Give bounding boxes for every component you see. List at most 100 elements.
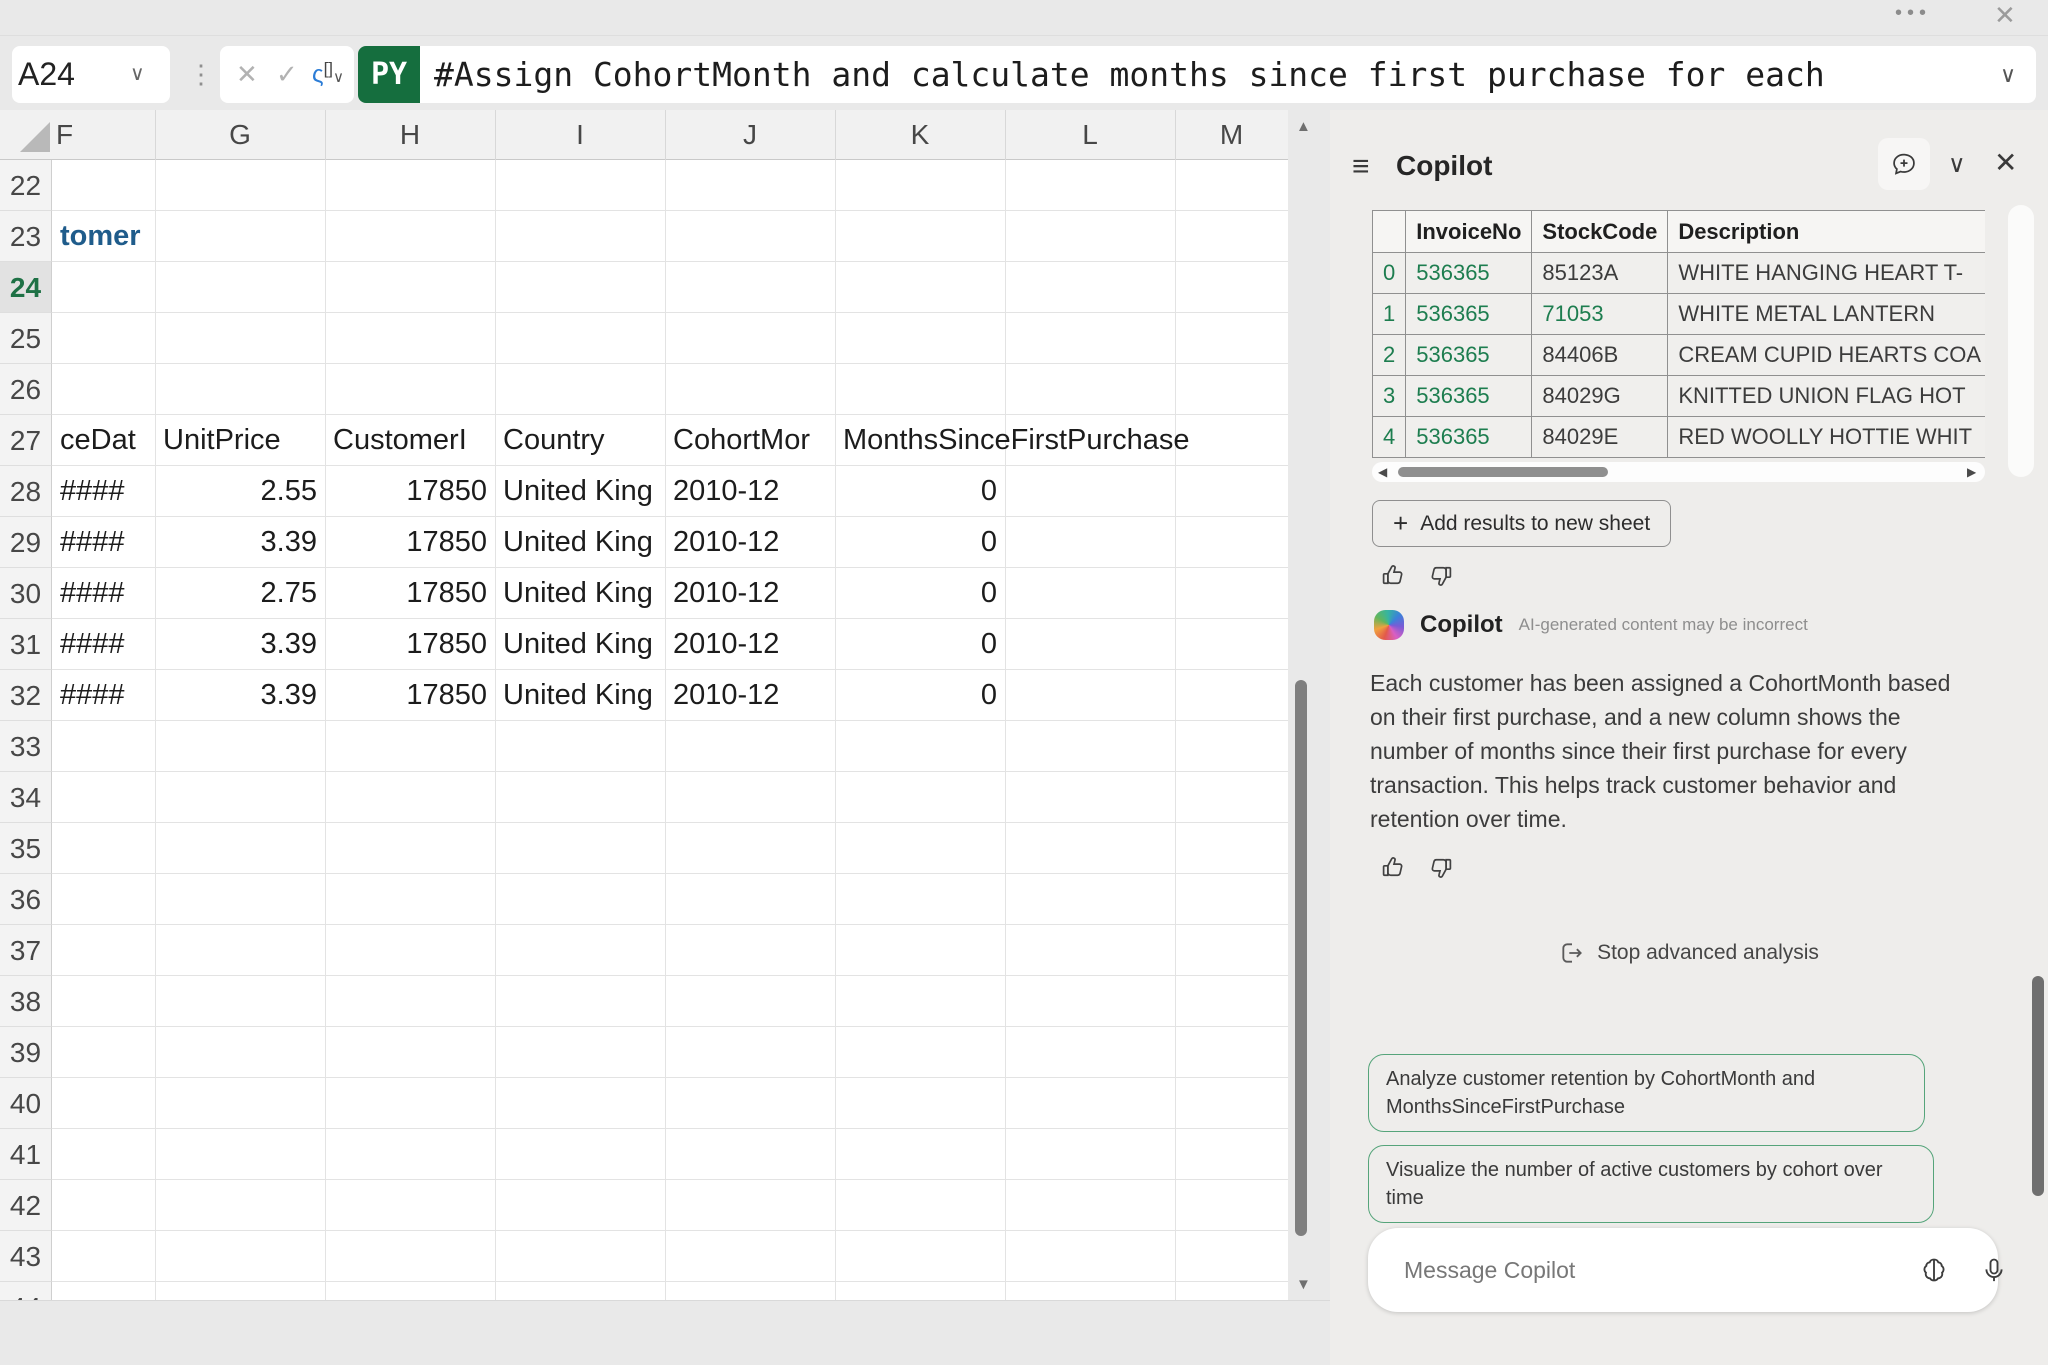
grid-scroll-down-icon[interactable]: ▼ <box>1296 1276 1311 1293</box>
thumbs-up-icon[interactable] <box>1380 562 1407 589</box>
grid-cell-K28[interactable]: 0 <box>835 466 1005 517</box>
grid-cell-G31[interactable]: 3.39 <box>155 619 325 670</box>
stop-label: Stop advanced analysis <box>1597 941 1819 965</box>
table-hscroll-thumb[interactable] <box>1398 467 1608 477</box>
column-header-K[interactable]: K <box>835 110 1005 160</box>
column-header-G[interactable]: G <box>155 110 325 160</box>
copilot-panel: ≡ Copilot ∨ ✕ InvoiceNoStockCodeDescript… <box>1330 110 2048 1365</box>
grid-cells: tomer ceDatUnitPriceCustomerICountryCohor… <box>0 160 1288 1300</box>
table-cell: 71053 <box>1532 294 1668 335</box>
column-header-H[interactable]: H <box>325 110 495 160</box>
window-more-icon[interactable]: ••• <box>1895 2 1931 25</box>
result-table-vscroll[interactable] <box>2008 205 2034 477</box>
new-chat-icon[interactable] <box>1878 138 1930 190</box>
grid-cell-J27[interactable]: CohortMor <box>665 415 835 466</box>
grid-cell-I29[interactable]: United King <box>495 517 665 568</box>
grid-cell-J32[interactable]: 2010-12 <box>665 670 835 721</box>
insert-python-icon[interactable]: ς[]∨ <box>312 46 344 103</box>
copilot-attribution: Copilot AI-generated content may be inco… <box>1374 610 1808 640</box>
stop-advanced-analysis-button[interactable]: Stop advanced analysis <box>1330 940 2048 966</box>
grid-cell-F28[interactable]: #### <box>52 466 155 517</box>
grid-cell-H28[interactable]: 17850 <box>325 466 495 517</box>
column-header-L[interactable]: L <box>1005 110 1175 160</box>
grid-cell-K27[interactable]: MonthsSinceFirstPurchase <box>835 415 1198 466</box>
thumbs-up-icon[interactable] <box>1380 854 1407 881</box>
column-header-J[interactable]: J <box>665 110 835 160</box>
grid-cell-I28[interactable]: United King <box>495 466 665 517</box>
grid-cell-F32[interactable]: #### <box>52 670 155 721</box>
copilot-name: Copilot <box>1420 611 1503 639</box>
table-cell: 0 <box>1373 253 1406 294</box>
grid-cell-F27[interactable]: ceDat <box>52 415 155 466</box>
grid-cell-K31[interactable]: 0 <box>835 619 1005 670</box>
grid-cell-F23[interactable]: tomer <box>52 211 155 262</box>
suggestion-chip-0[interactable]: Analyze customer retention by CohortMont… <box>1368 1054 1925 1132</box>
grid-cell-J31[interactable]: 2010-12 <box>665 619 835 670</box>
cancel-icon[interactable]: ✕ <box>236 46 258 103</box>
name-box-chevron-icon[interactable]: ∨ <box>130 46 145 103</box>
table-cell: 2 <box>1373 335 1406 376</box>
grid-cell-I30[interactable]: United King <box>495 568 665 619</box>
grid-cell-H32[interactable]: 17850 <box>325 670 495 721</box>
table-cell: KNITTED UNION FLAG HOT <box>1668 376 1985 417</box>
grid-cell-H29[interactable]: 17850 <box>325 517 495 568</box>
table-cell: 536365 <box>1406 417 1532 458</box>
grid-cell-H31[interactable]: 17850 <box>325 619 495 670</box>
grid-cell-K30[interactable]: 0 <box>835 568 1005 619</box>
advanced-ai-brain-icon[interactable] <box>1920 1256 1948 1289</box>
grid-cell-G28[interactable]: 2.55 <box>155 466 325 517</box>
grid-cell-J28[interactable]: 2010-12 <box>665 466 835 517</box>
table-cell: 536365 <box>1406 376 1532 417</box>
name-box-value[interactable]: A24 <box>18 46 75 103</box>
panel-scroll-thumb[interactable] <box>2032 976 2044 1196</box>
table-cell: 536365 <box>1406 335 1532 376</box>
grid-cell-I31[interactable]: United King <box>495 619 665 670</box>
column-header-F[interactable]: F <box>52 110 155 160</box>
microphone-icon[interactable] <box>1980 1256 2008 1289</box>
message-input[interactable] <box>1404 1228 1884 1312</box>
message-input-box[interactable] <box>1368 1228 1998 1312</box>
grid-cell-F29[interactable]: #### <box>52 517 155 568</box>
grid-cell-G27[interactable]: UnitPrice <box>155 415 325 466</box>
add-results-button[interactable]: + Add results to new sheet <box>1372 500 1671 547</box>
window-close-icon[interactable]: ✕ <box>1994 0 2016 31</box>
copilot-close-icon[interactable]: ✕ <box>1994 146 2017 179</box>
formula-bar-handle-icon[interactable]: ⋮ <box>188 46 214 103</box>
grid-cell-K32[interactable]: 0 <box>835 670 1005 721</box>
grid-cell-F31[interactable]: #### <box>52 619 155 670</box>
python-mode-badge: PY <box>358 46 420 103</box>
table-header: Description <box>1668 211 1985 253</box>
grid-cell-H27[interactable]: CustomerI <box>325 415 495 466</box>
grid-cell-J30[interactable]: 2010-12 <box>665 568 835 619</box>
commit-icon[interactable]: ✓ <box>276 46 298 103</box>
grid-cell-K29[interactable]: 0 <box>835 517 1005 568</box>
thumbs-down-icon[interactable] <box>1427 854 1454 881</box>
copilot-collapse-chevron-icon[interactable]: ∨ <box>1948 150 1966 179</box>
formula-text[interactable]: #Assign CohortMonth and calculate months… <box>434 46 1825 103</box>
table-header <box>1373 211 1406 253</box>
grid-cell-J29[interactable]: 2010-12 <box>665 517 835 568</box>
copilot-menu-icon[interactable]: ≡ <box>1352 150 1370 184</box>
column-header-I[interactable]: I <box>495 110 665 160</box>
grid-cell-G32[interactable]: 3.39 <box>155 670 325 721</box>
python-chevron-glyph: ∨ <box>333 69 344 86</box>
grid-cell-I32[interactable]: United King <box>495 670 665 721</box>
table-cell: 1 <box>1373 294 1406 335</box>
table-cell: 84406B <box>1532 335 1668 376</box>
grid-cell-H30[interactable]: 17850 <box>325 568 495 619</box>
result-table: InvoiceNoStockCodeDescription05363658512… <box>1372 210 1985 458</box>
grid-cell-F30[interactable]: #### <box>52 568 155 619</box>
grid-vscroll-thumb[interactable] <box>1295 680 1307 1236</box>
column-header-M[interactable]: M <box>1175 110 1288 160</box>
formula-expand-chevron-icon[interactable]: ∨ <box>2000 46 2016 103</box>
grid-cell-G30[interactable]: 2.75 <box>155 568 325 619</box>
suggestion-chip-1[interactable]: Visualize the number of active customers… <box>1368 1145 1934 1223</box>
table-scroll-right-icon[interactable]: ▶ <box>1967 465 1976 479</box>
table-cell: 84029G <box>1532 376 1668 417</box>
grid-cell-I27[interactable]: Country <box>495 415 665 466</box>
grid-scroll-up-icon[interactable]: ▲ <box>1296 118 1311 135</box>
thumbs-down-icon[interactable] <box>1427 562 1454 589</box>
grid-cell-G29[interactable]: 3.39 <box>155 517 325 568</box>
copilot-title: Copilot <box>1396 150 1492 182</box>
table-scroll-left-icon[interactable]: ◀ <box>1378 465 1387 479</box>
